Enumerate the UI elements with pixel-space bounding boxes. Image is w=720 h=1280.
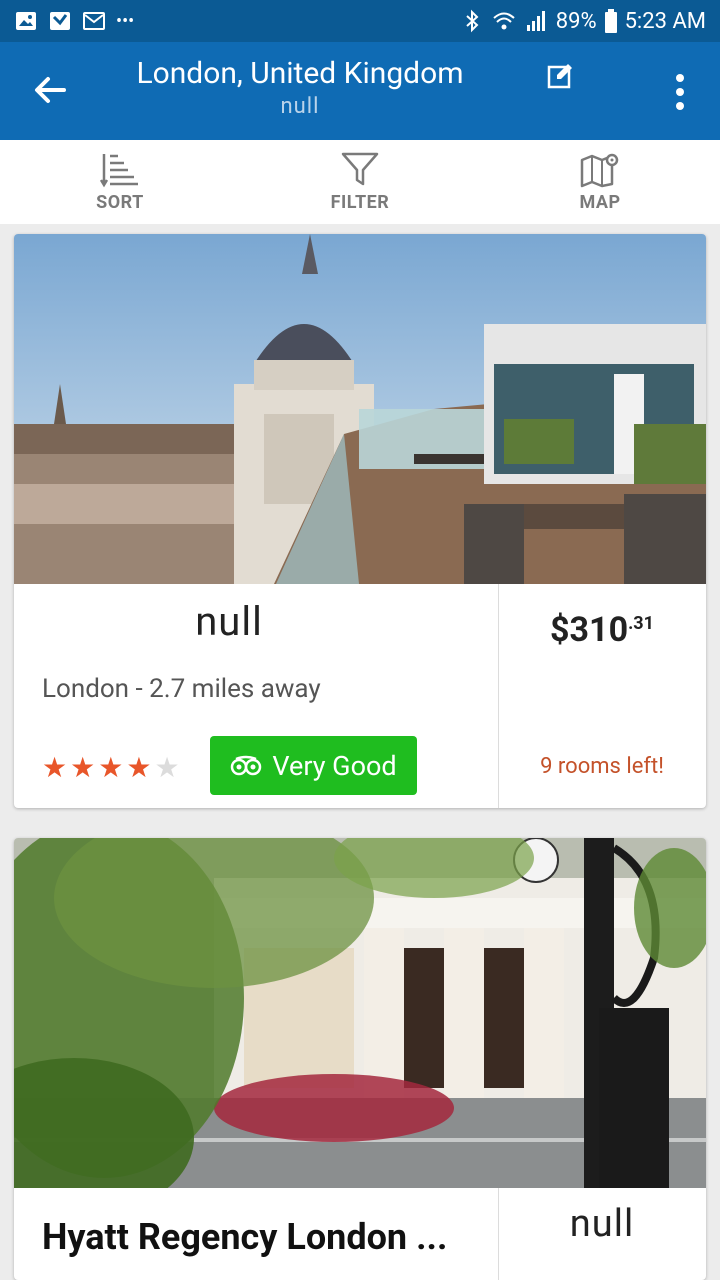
hotel-name: null xyxy=(195,598,263,645)
hotel-location: London - 2.7 miles away xyxy=(42,674,321,704)
filter-button[interactable]: FILTER xyxy=(240,140,480,224)
gallery-icon xyxy=(16,12,36,30)
sort-icon xyxy=(100,153,138,187)
star-filled-icon: ★ xyxy=(42,751,68,784)
hotel-price: $310.31 xyxy=(498,610,706,650)
hotel-photo xyxy=(14,838,706,1188)
star-empty-icon: ★ xyxy=(154,751,180,784)
wifi-icon xyxy=(493,12,515,30)
star-filled-icon: ★ xyxy=(70,751,96,784)
sort-filter-map-toolbar: SORT FILTER MAP xyxy=(0,140,720,224)
sort-button[interactable]: SORT xyxy=(0,140,240,224)
system-icons: 89% 5:23 AM xyxy=(460,9,706,34)
signal-icon xyxy=(526,11,545,31)
hotel-name: Hyatt Regency London ... xyxy=(42,1216,448,1258)
star-filled-icon: ★ xyxy=(126,751,152,784)
hotel-photo xyxy=(14,234,706,584)
hotel-card[interactable]: Hyatt Regency London ... null xyxy=(14,838,706,1280)
more-notifications-icon: ••• xyxy=(116,10,135,32)
inbox-icon xyxy=(50,12,70,30)
page-title: London, United Kingdom xyxy=(136,56,464,91)
gmail-icon xyxy=(83,12,105,30)
rooms-left: 9 rooms left! xyxy=(540,754,664,779)
hotel-card[interactable]: null London - 2.7 miles away ★ ★ ★ ★ ★ Very … xyxy=(14,234,706,808)
battery-percent: 89% xyxy=(555,8,597,34)
star-rating: ★ ★ ★ ★ ★ xyxy=(42,754,180,782)
notification-icons: ••• xyxy=(14,9,134,33)
rating-label: Very Good xyxy=(272,749,397,782)
price-dollars: $310 xyxy=(550,610,629,650)
app-bar: London, United Kingdom null xyxy=(0,42,720,140)
clock: 5:23 AM xyxy=(624,8,706,34)
edit-icon[interactable] xyxy=(546,62,574,90)
star-filled-icon: ★ xyxy=(98,751,124,784)
battery-icon xyxy=(604,9,617,33)
bluetooth-icon xyxy=(466,9,479,33)
filter-label: FILTER xyxy=(330,191,390,213)
map-button[interactable]: MAP xyxy=(480,140,720,224)
map-label: MAP xyxy=(579,191,621,213)
status-bar: ••• 89% 5:23 AM xyxy=(0,0,720,42)
map-icon xyxy=(580,153,619,187)
price-cents: .31 xyxy=(628,613,654,634)
tripadvisor-owl-icon xyxy=(231,755,262,775)
sort-label: SORT xyxy=(96,191,144,213)
overflow-menu-icon[interactable] xyxy=(672,72,688,112)
filter-icon xyxy=(341,152,379,185)
hotel-price: null xyxy=(569,1202,635,1246)
tripadvisor-rating-badge[interactable]: Very Good xyxy=(210,736,417,795)
page-subtitle: null xyxy=(280,94,320,119)
